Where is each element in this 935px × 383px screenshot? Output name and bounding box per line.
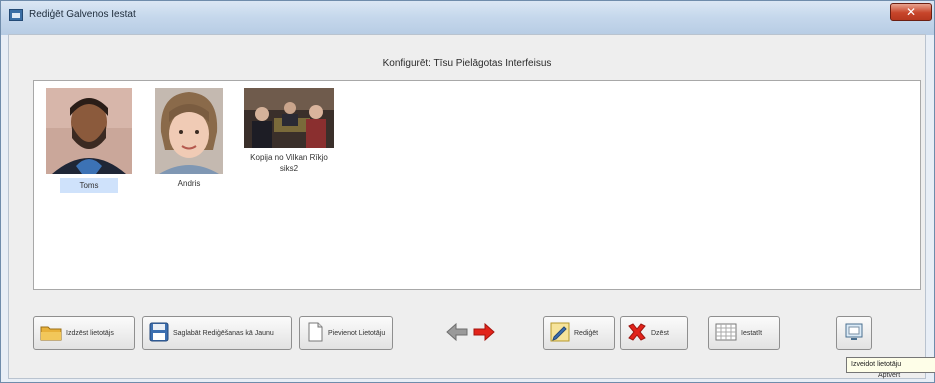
page-title: Konfigurēt: Tīsu Pielāgotas Interfeisus [382, 58, 552, 69]
profile-label: Kopija no Vilkan Rīkjo siks2 [250, 153, 328, 173]
meeting-photo-icon [244, 88, 334, 148]
floppy-disk-icon [149, 322, 169, 344]
arrow-left-icon[interactable] [446, 322, 468, 342]
title-bar[interactable]: Rediģēt Galvenos Iestat ✕ [1, 1, 934, 35]
keyboard-icon [715, 322, 737, 344]
profile-label: Toms [60, 178, 118, 193]
save-as-new-button[interactable]: Saglabāt Rediģēšanas kā Jaunu [142, 316, 292, 350]
save-as-new-label: Saglabāt Rediģēšanas kā Jaunu [173, 329, 274, 337]
close-button[interactable]: ✕ [890, 3, 932, 21]
status-text: Aptvert [878, 372, 901, 379]
folder-icon [40, 323, 62, 343]
profile-item-toms[interactable]: Toms [44, 88, 134, 193]
user-child-photo-icon [155, 88, 223, 174]
create-user-button[interactable] [836, 316, 872, 350]
delete-x-icon [627, 322, 647, 344]
open-user-label: Izdzēst lietotājs [66, 329, 114, 337]
profile-item-andris[interactable]: Andris [144, 88, 234, 189]
app-icon [9, 9, 23, 21]
settings-button[interactable]: Iestatīt [708, 316, 780, 350]
open-user-button[interactable]: Izdzēst lietotājs [33, 316, 135, 350]
add-user-label: Pievienot Lietotāju [328, 329, 386, 337]
settings-label: Iestatīt [741, 329, 763, 337]
new-document-icon [306, 322, 324, 344]
delete-label: Dzēst [651, 329, 669, 337]
user-man-photo-icon [46, 88, 132, 174]
pencil-icon [550, 322, 570, 344]
delete-button[interactable]: Dzēst [620, 316, 688, 350]
profile-label: Andris [177, 179, 201, 188]
edit-label: Rediģēt [574, 329, 599, 337]
profile-item-kopija[interactable]: Kopija no Vilkan Rīkjo siks2 [244, 88, 334, 174]
arrow-right-icon[interactable] [473, 322, 495, 342]
add-user-button[interactable]: Pievienot Lietotāju [299, 316, 393, 350]
edit-button[interactable]: Rediģēt [543, 316, 615, 350]
monitor-icon [844, 322, 864, 344]
window-title: Rediģēt Galvenos Iestat [29, 9, 136, 20]
tooltip: Izveidot lietotāju [846, 357, 935, 373]
